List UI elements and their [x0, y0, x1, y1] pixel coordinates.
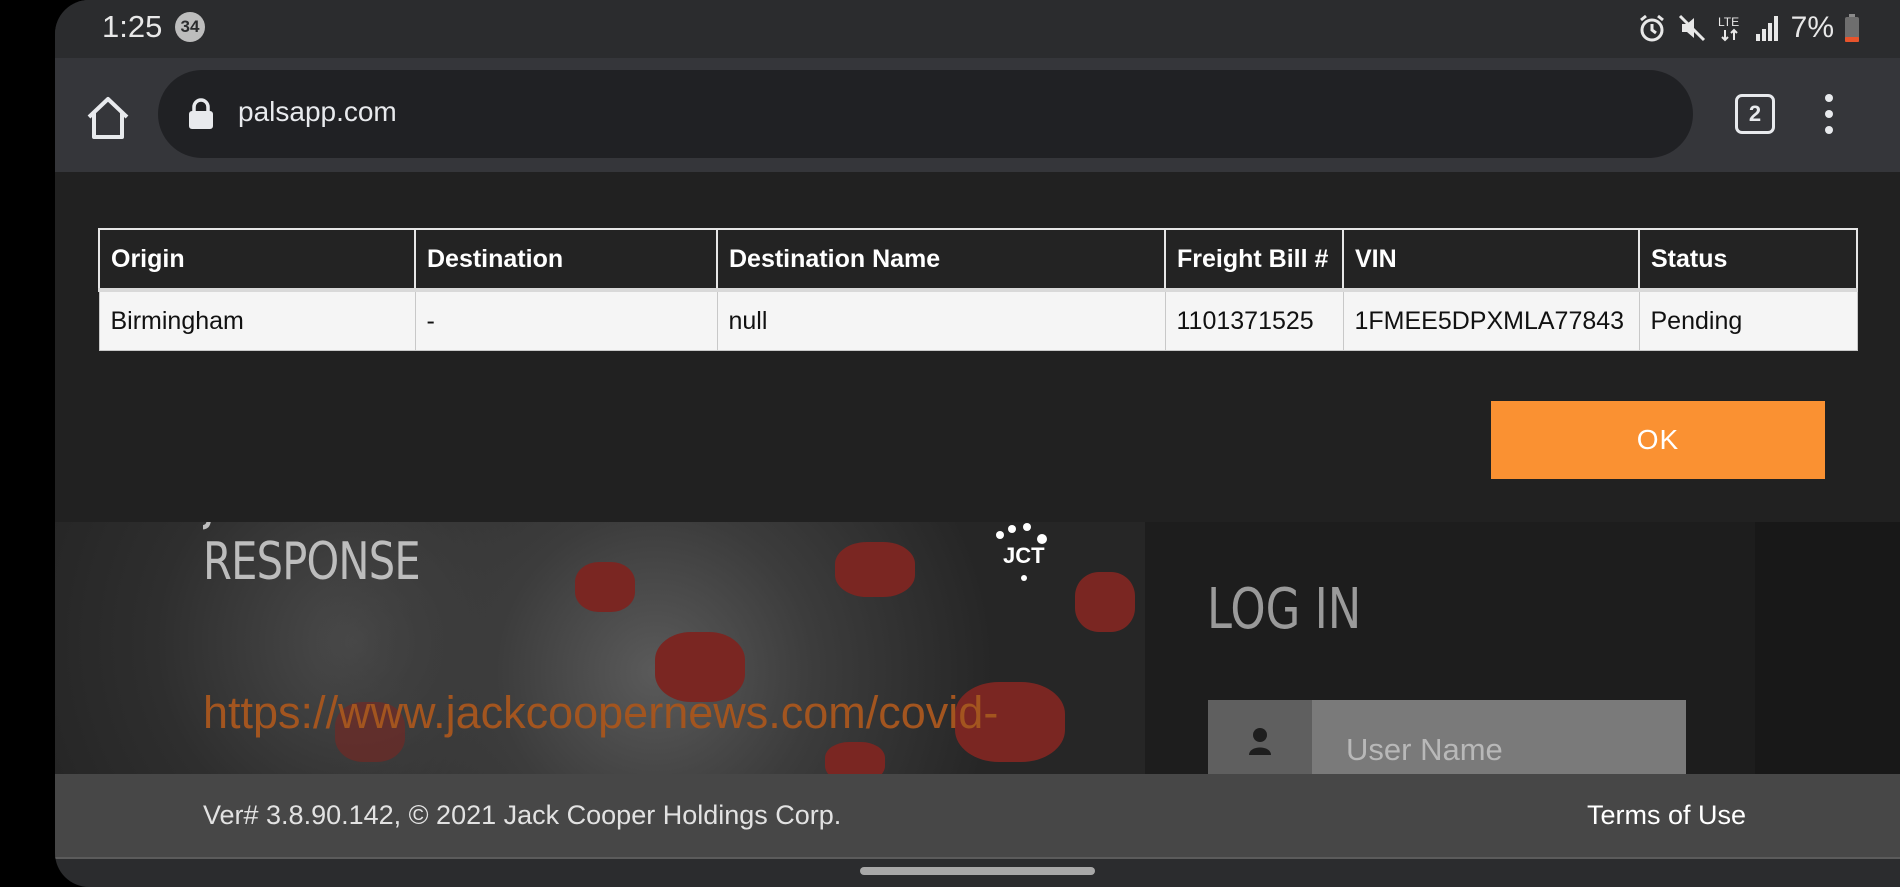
column-header-freight-bill: Freight Bill # — [1164, 228, 1344, 291]
cell-origin: Birmingham — [98, 288, 416, 351]
column-header-status: Status — [1638, 228, 1858, 291]
mute-icon — [1678, 14, 1705, 42]
alarm-icon — [1639, 14, 1664, 42]
svg-text:JCT: JCT — [1003, 543, 1045, 568]
cell-vin: 1FMEE5DPXMLA77843 — [1342, 288, 1640, 351]
home-icon[interactable] — [83, 93, 133, 143]
navigation-gesture-bar[interactable] — [860, 867, 1095, 875]
terms-of-use-link[interactable]: Terms of Use — [1587, 800, 1746, 831]
battery-percentage: 7% — [1790, 11, 1834, 44]
jct-logo: JCT — [990, 517, 1070, 587]
hero-title-line-2: RESPONSE — [203, 532, 421, 592]
page-footer: Ver# 3.8.90.142, © 2021 Jack Cooper Hold… — [55, 774, 1900, 859]
lte-icon: LTE — [1718, 15, 1739, 42]
web-page: JACK COOPER'S COVID-19 RESPONSE https://… — [55, 172, 1900, 774]
login-title: LOG IN — [1207, 577, 1362, 642]
ok-button[interactable]: OK — [1491, 401, 1825, 479]
result-dialog: Origin Destination Destination Name Frei… — [55, 172, 1900, 522]
signal-icon — [1755, 16, 1778, 41]
table-header-row: Origin Destination Destination Name Frei… — [98, 228, 1858, 291]
cell-freight-bill: 1101371525 — [1164, 288, 1344, 351]
freight-table: Origin Destination Destination Name Frei… — [98, 228, 1858, 351]
version-text: Ver# 3.8.90.142, © 2021 Jack Cooper Hold… — [203, 800, 842, 830]
url-text: palsapp.com — [238, 96, 397, 127]
notification-count-badge: 34 — [175, 12, 205, 42]
status-time: 1:25 — [102, 9, 163, 44]
user-icon — [1249, 728, 1271, 755]
battery-icon — [1845, 14, 1859, 42]
svg-text:LTE: LTE — [1718, 15, 1739, 29]
column-header-destination: Destination — [414, 228, 718, 291]
address-bar[interactable]: palsapp.com — [158, 70, 1693, 158]
column-header-vin: VIN — [1342, 228, 1640, 291]
status-icons: LTE 7% — [1637, 10, 1860, 46]
phone-screen: 1:25 34 LTE 7% palsapp.com 2 RESPONSE ht… — [55, 0, 1900, 887]
covid-news-link[interactable]: https://www.jackcoopernews.com/covid- — [203, 687, 998, 739]
cell-destination-name: null — [716, 288, 1166, 351]
cell-status: Pending — [1638, 288, 1858, 351]
column-header-destination-name: Destination Name — [716, 228, 1166, 291]
tab-switcher-button[interactable]: 2 — [1735, 94, 1775, 134]
username-input[interactable]: User Name — [1208, 700, 1686, 774]
more-options-icon[interactable] — [1820, 92, 1838, 136]
lock-icon — [189, 98, 213, 129]
status-bar: 1:25 34 LTE 7% — [55, 0, 1900, 58]
user-icon-box — [1208, 700, 1312, 774]
cell-destination: - — [414, 288, 718, 351]
hero-title: JACK COOPER'S COVID-19 RESPONSE — [203, 472, 722, 592]
username-placeholder: User Name — [1346, 732, 1503, 767]
browser-toolbar: palsapp.com 2 — [55, 58, 1900, 172]
table-row: Birmingham - null 1101371525 1FMEE5DPXML… — [98, 288, 1858, 351]
column-header-origin: Origin — [98, 228, 416, 291]
